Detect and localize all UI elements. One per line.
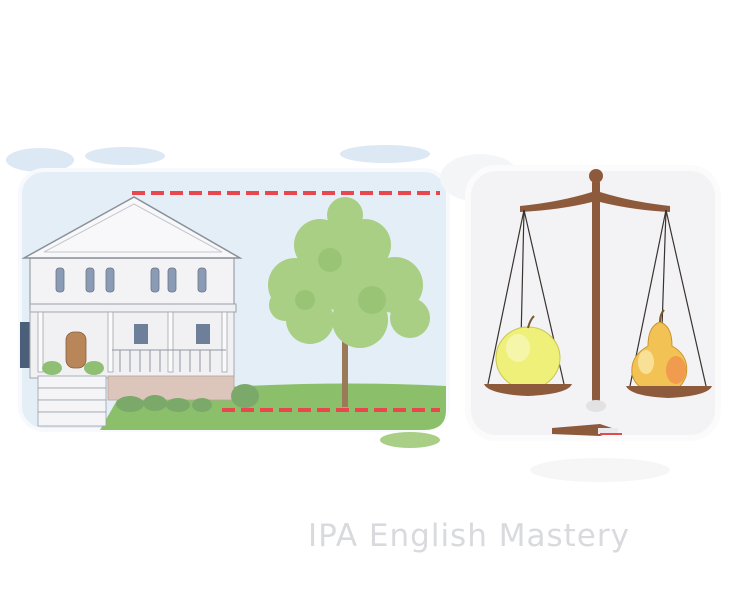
scale-finial: [589, 169, 603, 183]
grass-tuft: [380, 432, 440, 448]
balance-scale-panel: [440, 154, 721, 482]
watermark-text: IPA English Mastery: [308, 518, 630, 554]
house-tree-panel: [6, 145, 450, 448]
background-cloud: [85, 147, 165, 165]
background-cloud: [340, 145, 430, 163]
porch-stairs: [37, 375, 107, 427]
illustration-canvas: [6, 145, 721, 482]
tree-trunk: [342, 335, 348, 407]
scale-post: [592, 180, 600, 402]
house-door: [65, 331, 87, 369]
